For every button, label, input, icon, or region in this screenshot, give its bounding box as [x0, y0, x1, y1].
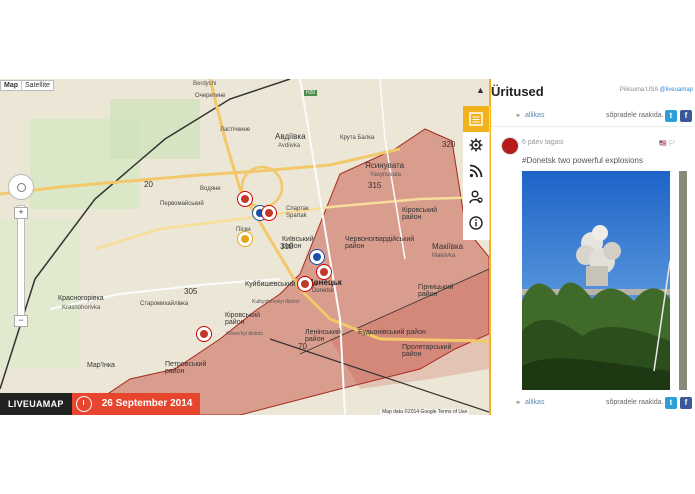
events-sidebar: ▲ Üritused Piiksuma:USA @liveuamap ⚭ all…: [463, 79, 695, 415]
post-actions: ⚭ allikas sõpradele raakida. t f: [491, 395, 695, 413]
tool-rss[interactable]: [463, 158, 489, 184]
map-label-makiivka: Макіївка: [432, 242, 464, 251]
map-label-chervonohvardiiskyi: Червоногвардійський район: [345, 236, 415, 250]
subtitle-prefix: Piiksuma:USA: [619, 87, 658, 93]
map-label-makiivka-lat: Makiivka: [432, 253, 456, 259]
news-icon: [469, 112, 483, 126]
map-label-kirovskyi-w: Кіровський район: [225, 312, 261, 326]
facebook-share-icon[interactable]: f: [680, 110, 692, 122]
marker-truck[interactable]: [261, 205, 277, 221]
sidebar-header: ▲ Üritused Piiksuma:USA @liveuamap: [476, 79, 695, 105]
twitter-share-icon[interactable]: t: [665, 110, 677, 122]
date-selector[interactable]: 26 September 2014: [71, 393, 201, 415]
marker-building[interactable]: [297, 276, 313, 292]
link-icon: ⚭: [515, 113, 521, 120]
road-label-315: 315: [368, 181, 382, 190]
road-label-20: 20: [144, 180, 153, 189]
map-label-ocheretyne: Очеретине: [195, 93, 226, 99]
current-date: 26 September 2014: [101, 398, 193, 409]
map-label-budionivskyi: Будьонівський район: [358, 329, 426, 336]
app: Авдіївка Avdiivka Спартак Spartak Ясинув…: [0, 79, 695, 415]
post-share-label: sõpradele raakida.: [606, 399, 664, 406]
map-type-control: Map Satellite: [0, 80, 54, 91]
marker-shelling-donetsk[interactable]: [316, 264, 332, 280]
map-label-leninskyi: Ленінський район: [305, 329, 341, 343]
road-label-305: 305: [184, 287, 198, 296]
marker-military[interactable]: [237, 191, 253, 207]
map-label-proletarskyi: Пролетарський район: [402, 344, 452, 358]
tool-news[interactable]: [463, 106, 489, 132]
clock-icon: [75, 396, 92, 412]
footer-bar: LIVEUAMAP 26 September 2014: [0, 393, 201, 415]
road-label-70: 70: [298, 342, 307, 351]
map-label-kuibyshevskyi-lat: Kuibyshevskyi district: [252, 299, 300, 305]
flag-icons: 🇺🇸 🏳: [659, 141, 676, 147]
map[interactable]: Авдіївка Avdiivka Спартак Spartak Ясинув…: [0, 79, 489, 415]
map-type-satellite-button[interactable]: Satellite: [22, 81, 53, 90]
map-label-avdiivka: Авдіївка: [275, 132, 306, 141]
avatar: [501, 137, 519, 155]
post-time: 6 päev tagasi: [522, 139, 564, 146]
map-label-staromykhailivka: Старомихайлівка: [140, 301, 189, 307]
twitter-share-icon[interactable]: t: [665, 397, 677, 409]
facebook-share-icon[interactable]: f: [680, 397, 692, 409]
twitter-handle-link[interactable]: @liveuamap: [660, 87, 693, 93]
gear-icon: [469, 138, 483, 152]
road-label-310: 310: [280, 242, 294, 251]
link-icon: ⚭: [515, 400, 521, 407]
marker-news-ukraine[interactable]: [309, 249, 325, 265]
tool-info[interactable]: [463, 210, 489, 236]
tool-settings[interactable]: [463, 132, 489, 158]
map-type-map-button[interactable]: Map: [1, 81, 22, 90]
map-label-petrovskyi: Петровський район: [165, 361, 207, 375]
map-label-krasnohorivka: Красногорівка: [58, 295, 104, 302]
map-label-hirnytskyi: Гірницький район: [418, 284, 454, 298]
map-attribution[interactable]: Map data ©2014 Google Terms of Use: [380, 409, 470, 415]
map-label-krasnohorivka-lat: Krasnohorivka: [62, 305, 101, 311]
map-label-kirovskyi-ne: Кіровський район: [402, 207, 438, 221]
tool-users[interactable]: [463, 184, 489, 210]
liveuamap-logo[interactable]: LIVEUAMAP: [0, 393, 72, 415]
zoom-out-button[interactable]: −: [14, 315, 28, 327]
post-text: #Donetsk two powerful explosions: [522, 156, 643, 165]
rss-icon: [469, 164, 483, 178]
map-label-kruta-balka: Крута Балка: [340, 135, 375, 141]
pan-control[interactable]: [8, 174, 34, 200]
map-label-avdiivka-lat: Avdiivka: [278, 143, 301, 149]
sidebar-subtitle: Piiksuma:USA @liveuamap: [620, 87, 693, 93]
top-share-label: sõpradele raakida.: [606, 112, 664, 119]
road-label-320: 320: [442, 140, 456, 149]
top-item-actions: ⚭ allikas sõpradele raakida. t f: [491, 108, 695, 126]
map-label-lastochkyne: Ластічкине: [220, 127, 251, 133]
map-label-kirovskyi-w-lat: Kirovs'kyi district: [226, 331, 263, 337]
post-source-link[interactable]: allikas: [525, 399, 544, 406]
sidebar-title: Üritused: [491, 84, 544, 99]
map-label-pervomaiskyi: Первомайський: [160, 201, 204, 207]
divider: [491, 126, 695, 127]
top-source-link[interactable]: allikas: [525, 112, 544, 119]
road-label-h20: H20: [304, 90, 318, 96]
zoom-in-button[interactable]: +: [14, 207, 28, 219]
map-label-spartak: Спартак: [286, 206, 309, 212]
sidebar-toolbar: [463, 106, 490, 240]
map-label-marinka: Мар'їнка: [87, 362, 115, 369]
map-label-spartak-lat: Spartak: [286, 213, 307, 219]
info-icon: [469, 216, 483, 230]
map-label-berdychi: Berdychi: [193, 81, 217, 87]
map-label-yasynuvata-lat: Yasynuvata: [370, 172, 401, 178]
map-label-vodiane: Водяне: [200, 186, 221, 192]
marker-announcement[interactable]: [196, 326, 212, 342]
photo-edge: [679, 171, 687, 390]
collapse-arrow-icon[interactable]: ▲: [476, 85, 485, 95]
users-icon: [469, 190, 483, 204]
marker-explosion-pisky[interactable]: [237, 231, 253, 247]
map-label-yasynuvata: Ясинувата: [365, 161, 405, 170]
zoom-slider[interactable]: [17, 205, 25, 327]
map-label-donetsk-lat: Donetsk: [312, 288, 335, 294]
post-photo[interactable]: [522, 171, 670, 390]
